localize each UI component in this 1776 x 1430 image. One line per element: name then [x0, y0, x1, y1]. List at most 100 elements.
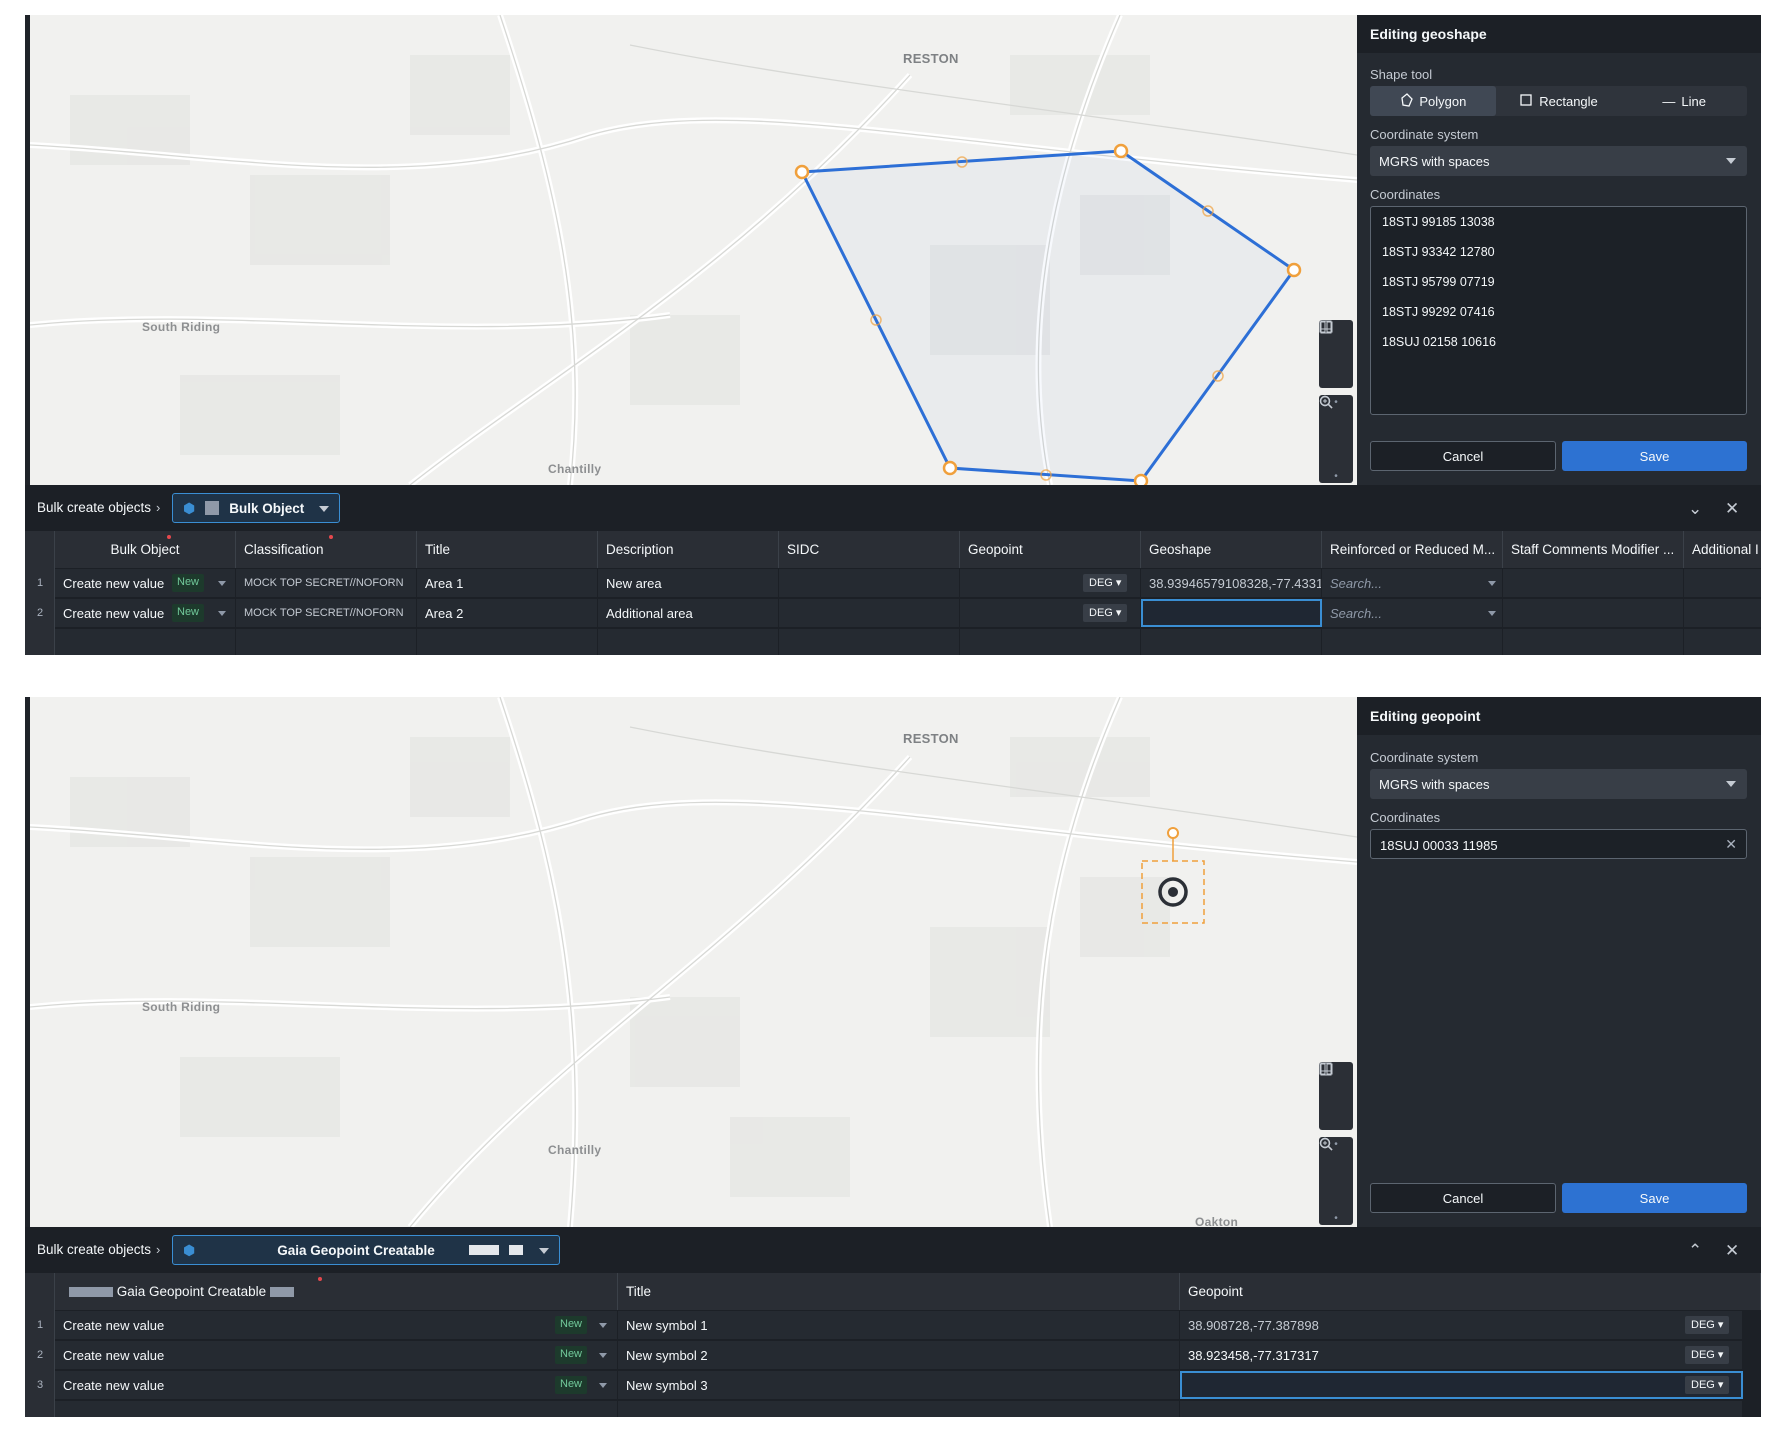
save-button[interactable]: Save — [1562, 441, 1747, 471]
unit-select[interactable]: DEG ▾ — [1685, 1316, 1730, 1334]
cancel-button[interactable]: Cancel — [1370, 1183, 1556, 1213]
sidc-cell[interactable] — [779, 599, 960, 627]
chevron-down-icon[interactable] — [218, 581, 226, 586]
column-header[interactable]: Reinforced or Reduced M... — [1322, 531, 1503, 568]
bulk-object-cell[interactable]: Create new value — [55, 1311, 618, 1339]
cell-value: Create new value — [63, 576, 165, 591]
collapse-icon[interactable]: ⌄ — [1688, 499, 1702, 519]
column-header[interactable]: Gaia Geopoint Creatable — [55, 1273, 618, 1310]
coordinate-system-select[interactable]: MGRS with spaces — [1370, 146, 1747, 176]
empty-row-cell — [417, 629, 598, 655]
unit-select[interactable]: DEG ▾ — [1083, 574, 1128, 592]
reinforced-cell[interactable]: Search... — [1322, 569, 1503, 597]
title-cell[interactable]: Area 1 — [417, 569, 598, 597]
unit-label: DEG — [1089, 607, 1113, 619]
bulk-object-cell[interactable]: Create new value — [55, 569, 236, 597]
staff-comments-cell[interactable] — [1503, 569, 1684, 597]
panel-title: Editing geopoint — [1357, 697, 1761, 735]
column-header[interactable]: Geopoint — [1180, 1273, 1761, 1310]
zoom-out-icon[interactable] — [1319, 1137, 1353, 1211]
close-icon[interactable]: ✕ — [1725, 499, 1739, 519]
bulk-object-cell[interactable]: Create new value — [55, 599, 236, 627]
unit-select[interactable]: DEG ▾ — [1685, 1376, 1730, 1394]
coordinate-system-label: Coordinate system — [1370, 750, 1479, 765]
column-header[interactable]: Geopoint — [960, 531, 1141, 568]
column-header[interactable]: Staff Comments Modifier ... — [1503, 531, 1684, 568]
geopoint-cell-selected[interactable] — [1180, 1371, 1743, 1399]
object-type-selector[interactable]: ⬢ Bulk Object — [172, 493, 340, 523]
cube-icon: ⬢ — [183, 499, 196, 516]
expand-icon[interactable]: ⌃ — [1688, 1241, 1702, 1261]
bulk-create-bar: Bulk create objects › ⬢ Bulk Object ⌄ ✕ — [25, 485, 1761, 531]
description-cell[interactable]: New area — [598, 569, 779, 597]
line-tool-button[interactable]: — Line — [1621, 86, 1747, 116]
zoom-in-icon[interactable] — [1319, 1137, 1353, 1181]
classification-cell[interactable]: MOCK TOP SECRET//NOFORN — [236, 599, 417, 627]
empty-row-cell — [236, 629, 417, 655]
column-header[interactable]: Title — [417, 531, 598, 568]
column-header[interactable]: Classification — [236, 531, 417, 568]
column-header[interactable]: Description — [598, 531, 779, 568]
chevron-down-icon[interactable] — [1488, 581, 1496, 586]
title-cell[interactable]: Area 2 — [417, 599, 598, 627]
cancel-button[interactable]: Cancel — [1370, 441, 1556, 471]
column-header[interactable]: Additional I — [1684, 531, 1761, 568]
column-header[interactable]: Bulk Object — [55, 531, 236, 568]
chevron-down-icon[interactable] — [599, 1353, 607, 1358]
column-header[interactable]: Geoshape — [1141, 531, 1322, 568]
sidc-cell[interactable] — [779, 569, 960, 597]
coordinate-line: 18STJ 93342 12780 — [1382, 245, 1495, 259]
chevron-down-icon[interactable] — [1488, 611, 1496, 616]
title-cell[interactable]: New symbol 1 — [618, 1311, 1180, 1339]
title-cell[interactable]: New symbol 2 — [618, 1341, 1180, 1369]
row-number: 3 — [36, 1379, 44, 1391]
map-label-reston: RESTON — [903, 731, 959, 746]
chevron-down-icon[interactable] — [218, 611, 226, 616]
chevron-down-icon — [319, 506, 329, 512]
rectangle-tool-button[interactable]: Rectangle — [1496, 86, 1622, 116]
editing-geoshape-panel: Editing geoshape Shape tool Polygon Rect… — [1357, 15, 1761, 485]
bulk-create-bar: Bulk create objects › ⬢ Gaia Geopoint Cr… — [25, 1227, 1761, 1273]
reinforced-cell[interactable]: Search... — [1322, 599, 1503, 627]
unit-select[interactable]: DEG ▾ — [1685, 1346, 1730, 1364]
geoshape-cell-selected[interactable] — [1141, 599, 1322, 627]
unit-select[interactable]: DEG ▾ — [1083, 604, 1128, 622]
basemap-icon[interactable] — [1319, 1062, 1353, 1122]
chevron-down-icon[interactable] — [599, 1323, 607, 1328]
additional-cell[interactable] — [1684, 599, 1761, 627]
column-header[interactable]: SIDC — [779, 531, 960, 568]
chevron-down-icon[interactable] — [599, 1383, 607, 1388]
polygon-tool-button[interactable]: Polygon — [1370, 86, 1496, 116]
column-header[interactable]: Title — [618, 1273, 1180, 1310]
bulk-object-cell[interactable]: Create new value — [55, 1371, 618, 1399]
object-type-selector[interactable]: ⬢ Gaia Geopoint Creatable — [172, 1235, 560, 1265]
zoom-out-icon[interactable] — [1319, 395, 1353, 469]
coordinate-value: 18SUJ 00033 11985 — [1380, 838, 1498, 853]
map-zoom-tools: • • — [1319, 1137, 1353, 1225]
staff-comments-cell[interactable] — [1503, 599, 1684, 627]
close-icon[interactable]: ✕ — [1725, 1241, 1739, 1261]
map-canvas — [30, 15, 1357, 485]
map-view[interactable]: RESTON South Riding Chantilly • • — [30, 15, 1357, 485]
map-view[interactable]: RESTON South Riding Chantilly Oakton • • — [30, 697, 1357, 1227]
geopoint-cell[interactable]: 38.923458,-77.317317 — [1180, 1341, 1743, 1369]
coordinates-textarea[interactable]: 18STJ 99185 13038 18STJ 93342 12780 18ST… — [1370, 206, 1747, 415]
geopoint-cell[interactable]: 38.908728,-77.387898 — [1180, 1311, 1743, 1339]
title-cell[interactable]: New symbol 3 — [618, 1371, 1180, 1399]
empty-row-cell — [1180, 1401, 1743, 1417]
breadcrumb[interactable]: Bulk create objects — [37, 1242, 151, 1257]
coordinate-system-select[interactable]: MGRS with spaces — [1370, 769, 1747, 799]
breadcrumb[interactable]: Bulk create objects — [37, 500, 151, 515]
save-button[interactable]: Save — [1562, 1183, 1747, 1213]
empty-row-cell — [1322, 629, 1503, 655]
coordinates-input[interactable]: 18SUJ 00033 11985 ✕ — [1370, 829, 1747, 859]
classification-cell[interactable]: MOCK TOP SECRET//NOFORN — [236, 569, 417, 597]
additional-cell[interactable] — [1684, 569, 1761, 597]
bulk-object-cell[interactable]: Create new value — [55, 1341, 618, 1369]
basemap-icon[interactable] — [1319, 320, 1353, 380]
zoom-in-icon[interactable] — [1319, 395, 1353, 439]
description-cell[interactable]: Additional area — [598, 599, 779, 627]
geoshape-cell[interactable]: 38.93946579108328,-77.4331 — [1141, 569, 1322, 597]
clear-icon[interactable]: ✕ — [1725, 836, 1737, 853]
map-layer-tools — [1319, 320, 1353, 388]
